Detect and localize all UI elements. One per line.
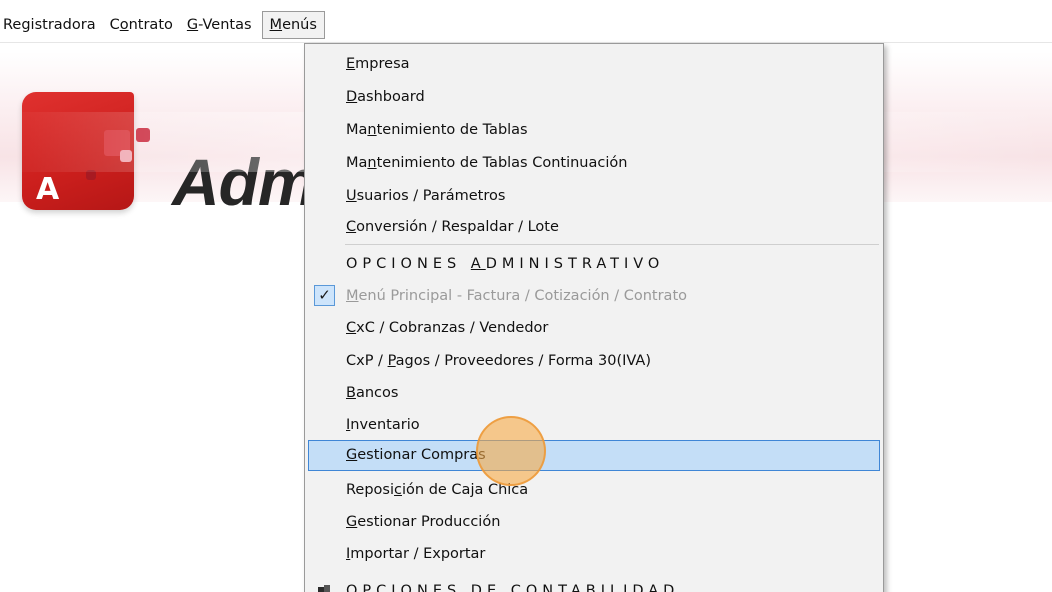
- menu-item-cxc-cobranzas[interactable]: CxC / Cobranzas / Vendedor: [308, 313, 880, 344]
- menu-contrato[interactable]: Contrato: [103, 11, 180, 39]
- menu-bar: Registradora Contrato G-Ventas Menús: [0, 8, 1052, 43]
- menu-item-usuarios-parametros[interactable]: Usuarios / Parámetros: [308, 181, 880, 212]
- logo-letter: A: [36, 172, 60, 207]
- menu-item-inventario[interactable]: Inventario: [308, 410, 880, 441]
- menu-item-conversion-respaldar-lote[interactable]: Conversión / Respaldar / Lote: [308, 212, 880, 243]
- logo-square-decoration: [120, 150, 132, 162]
- app-window: Registradora Contrato G-Ventas Menús A A…: [0, 0, 1052, 592]
- menu-registradora[interactable]: Registradora: [0, 11, 103, 39]
- menu-item-mantenimiento-tablas-continuacion[interactable]: Mantenimiento de Tablas Continuación: [308, 148, 880, 179]
- menu-item-menu-principal[interactable]: ✓ Menú Principal - Factura / Cotización …: [308, 281, 880, 312]
- menu-menus[interactable]: Menús: [261, 11, 325, 39]
- brand-name: Adm: [172, 145, 317, 219]
- menu-item-gestionar-compras[interactable]: Gestionar Compras: [308, 440, 880, 471]
- menu-item-reposicion-caja-chica[interactable]: Reposición de Caja Chica: [308, 475, 880, 506]
- checkmark-icon: ✓: [314, 285, 335, 306]
- menu-item-mantenimiento-tablas[interactable]: Mantenimiento de Tablas: [308, 115, 880, 146]
- menu-header-opciones-contabilidad: OPCIONES DE CONTABILIDAD: [308, 576, 880, 592]
- menu-item-bancos[interactable]: Bancos: [308, 378, 880, 409]
- logo-square-decoration: [104, 130, 130, 156]
- menu-item-importar-exportar[interactable]: Importar / Exportar: [308, 539, 880, 570]
- menu-item-dashboard[interactable]: Dashboard: [308, 82, 880, 113]
- menu-separator: [345, 244, 879, 245]
- logo-square-decoration: [86, 170, 96, 180]
- menu-g-ventas[interactable]: G-Ventas: [180, 11, 259, 39]
- accounting-icon: [318, 585, 330, 592]
- menu-item-empresa[interactable]: Empresa: [308, 49, 880, 80]
- menu-item-gestionar-produccion[interactable]: Gestionar Producción: [308, 507, 880, 538]
- menu-item-cxp-pagos[interactable]: CxP / Pagos / Proveedores / Forma 30(IVA…: [308, 346, 880, 377]
- menu-header-opciones-administrativo: OPCIONES ADMINISTRATIVO: [346, 256, 665, 272]
- menus-dropdown: Empresa Dashboard Mantenimiento de Tabla…: [304, 43, 884, 592]
- logo-square-decoration: [136, 128, 150, 142]
